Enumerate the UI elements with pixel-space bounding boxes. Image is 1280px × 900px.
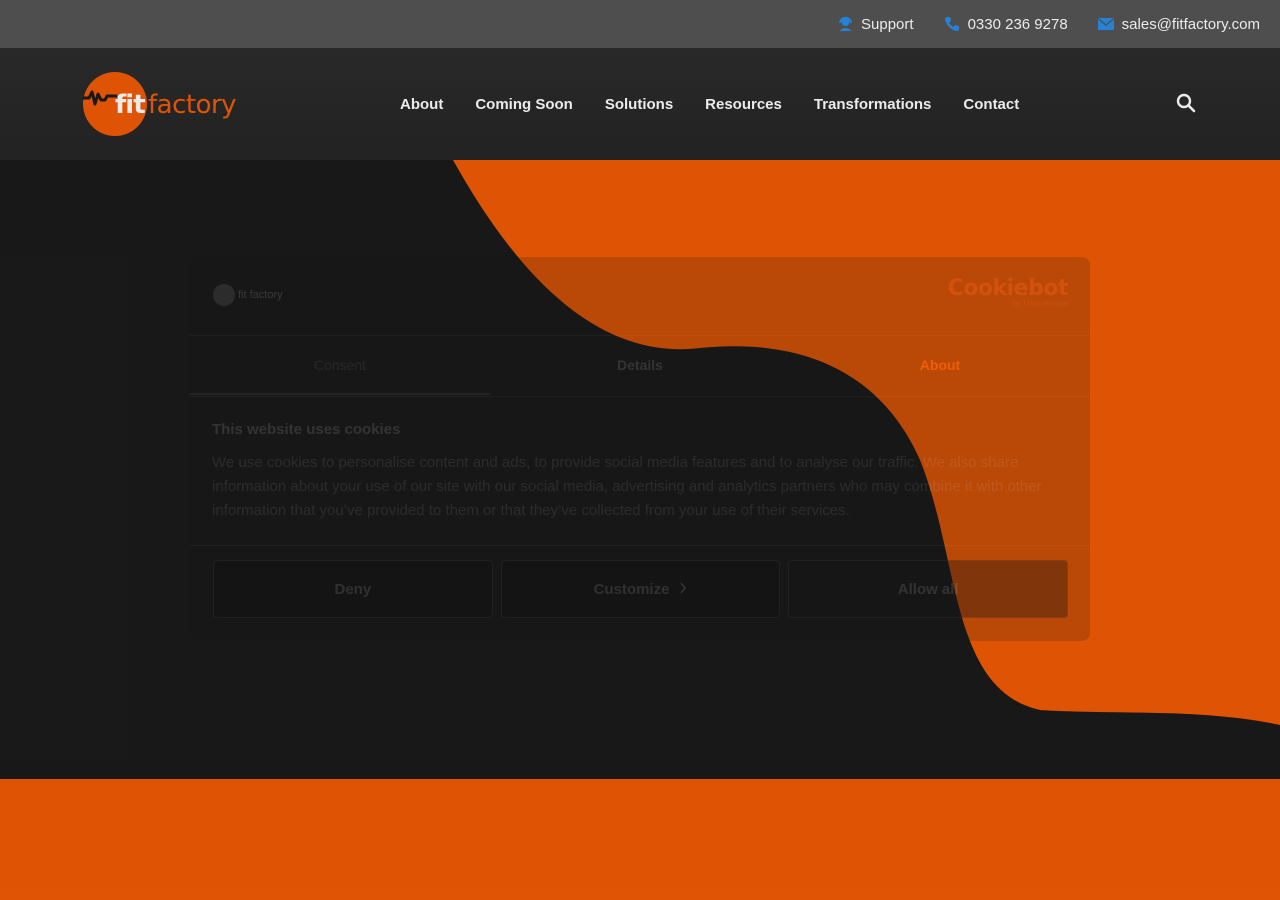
main-nav: About Coming Soon Solutions Resources Tr…	[400, 48, 1019, 160]
site-header: fit factory About Coming Soon Solutions …	[0, 48, 1280, 160]
nav-contact[interactable]: Contact	[963, 96, 1019, 113]
cookiebot-brand: Cookiebot	[947, 276, 1069, 301]
deny-label: Deny	[334, 580, 372, 598]
top-bar: Support 0330 236 9278 sales@fitfactory.c…	[0, 0, 1280, 48]
dialog-logo-text: fit factory	[238, 289, 283, 301]
dialog-logo: fit factory	[213, 284, 283, 306]
support-label: Support	[861, 15, 914, 33]
nav-coming-soon[interactable]: Coming Soon	[475, 96, 573, 113]
phone-icon	[944, 16, 960, 32]
logo-fit-text: fit	[115, 90, 146, 120]
dialog-divider	[190, 545, 1090, 546]
search-icon[interactable]	[1176, 93, 1196, 118]
dialog-buttons: Deny Customize Allow all	[213, 560, 1069, 618]
allow-all-label: Allow all	[897, 580, 959, 598]
headset-icon	[838, 16, 853, 32]
nav-solutions[interactable]: Solutions	[605, 96, 673, 113]
tab-consent[interactable]: Consent	[190, 335, 490, 395]
tab-about[interactable]: About	[790, 335, 1090, 395]
deny-button[interactable]: Deny	[213, 560, 493, 618]
nav-transformations[interactable]: Transformations	[814, 96, 932, 113]
fitfactory-logo[interactable]: fit factory	[83, 72, 253, 138]
nav-resources[interactable]: Resources	[705, 96, 782, 113]
cookie-consent-dialog: fit factory Cookiebot by Usercentrics Co…	[190, 257, 1090, 641]
email-link[interactable]: sales@fitfactory.com	[1097, 15, 1260, 33]
customize-label: Customize	[593, 580, 670, 598]
email-address: sales@fitfactory.com	[1121, 15, 1260, 33]
chevron-right-icon	[679, 581, 687, 598]
nav-about[interactable]: About	[400, 96, 443, 113]
phone-number: 0330 236 9278	[967, 15, 1068, 33]
envelope-icon	[1097, 18, 1114, 30]
phone-link[interactable]: 0330 236 9278	[944, 16, 1068, 33]
dialog-tabs: Consent Details About	[190, 335, 1090, 395]
support-link[interactable]: Support	[838, 16, 914, 33]
cookiebot-logo[interactable]: Cookiebot by Usercentrics	[947, 276, 1069, 309]
dialog-logo-circle	[213, 284, 235, 306]
dialog-divider	[190, 396, 1090, 397]
dialog-heading: This website uses cookies	[212, 421, 401, 438]
orange-footer-band	[0, 779, 1280, 900]
customize-button[interactable]: Customize	[500, 560, 781, 618]
dialog-body-text: We use cookies to personalise content an…	[212, 454, 1042, 519]
tab-details[interactable]: Details	[490, 335, 790, 395]
logo-factory-text: factory	[148, 90, 237, 120]
allow-all-button[interactable]: Allow all	[788, 560, 1069, 618]
